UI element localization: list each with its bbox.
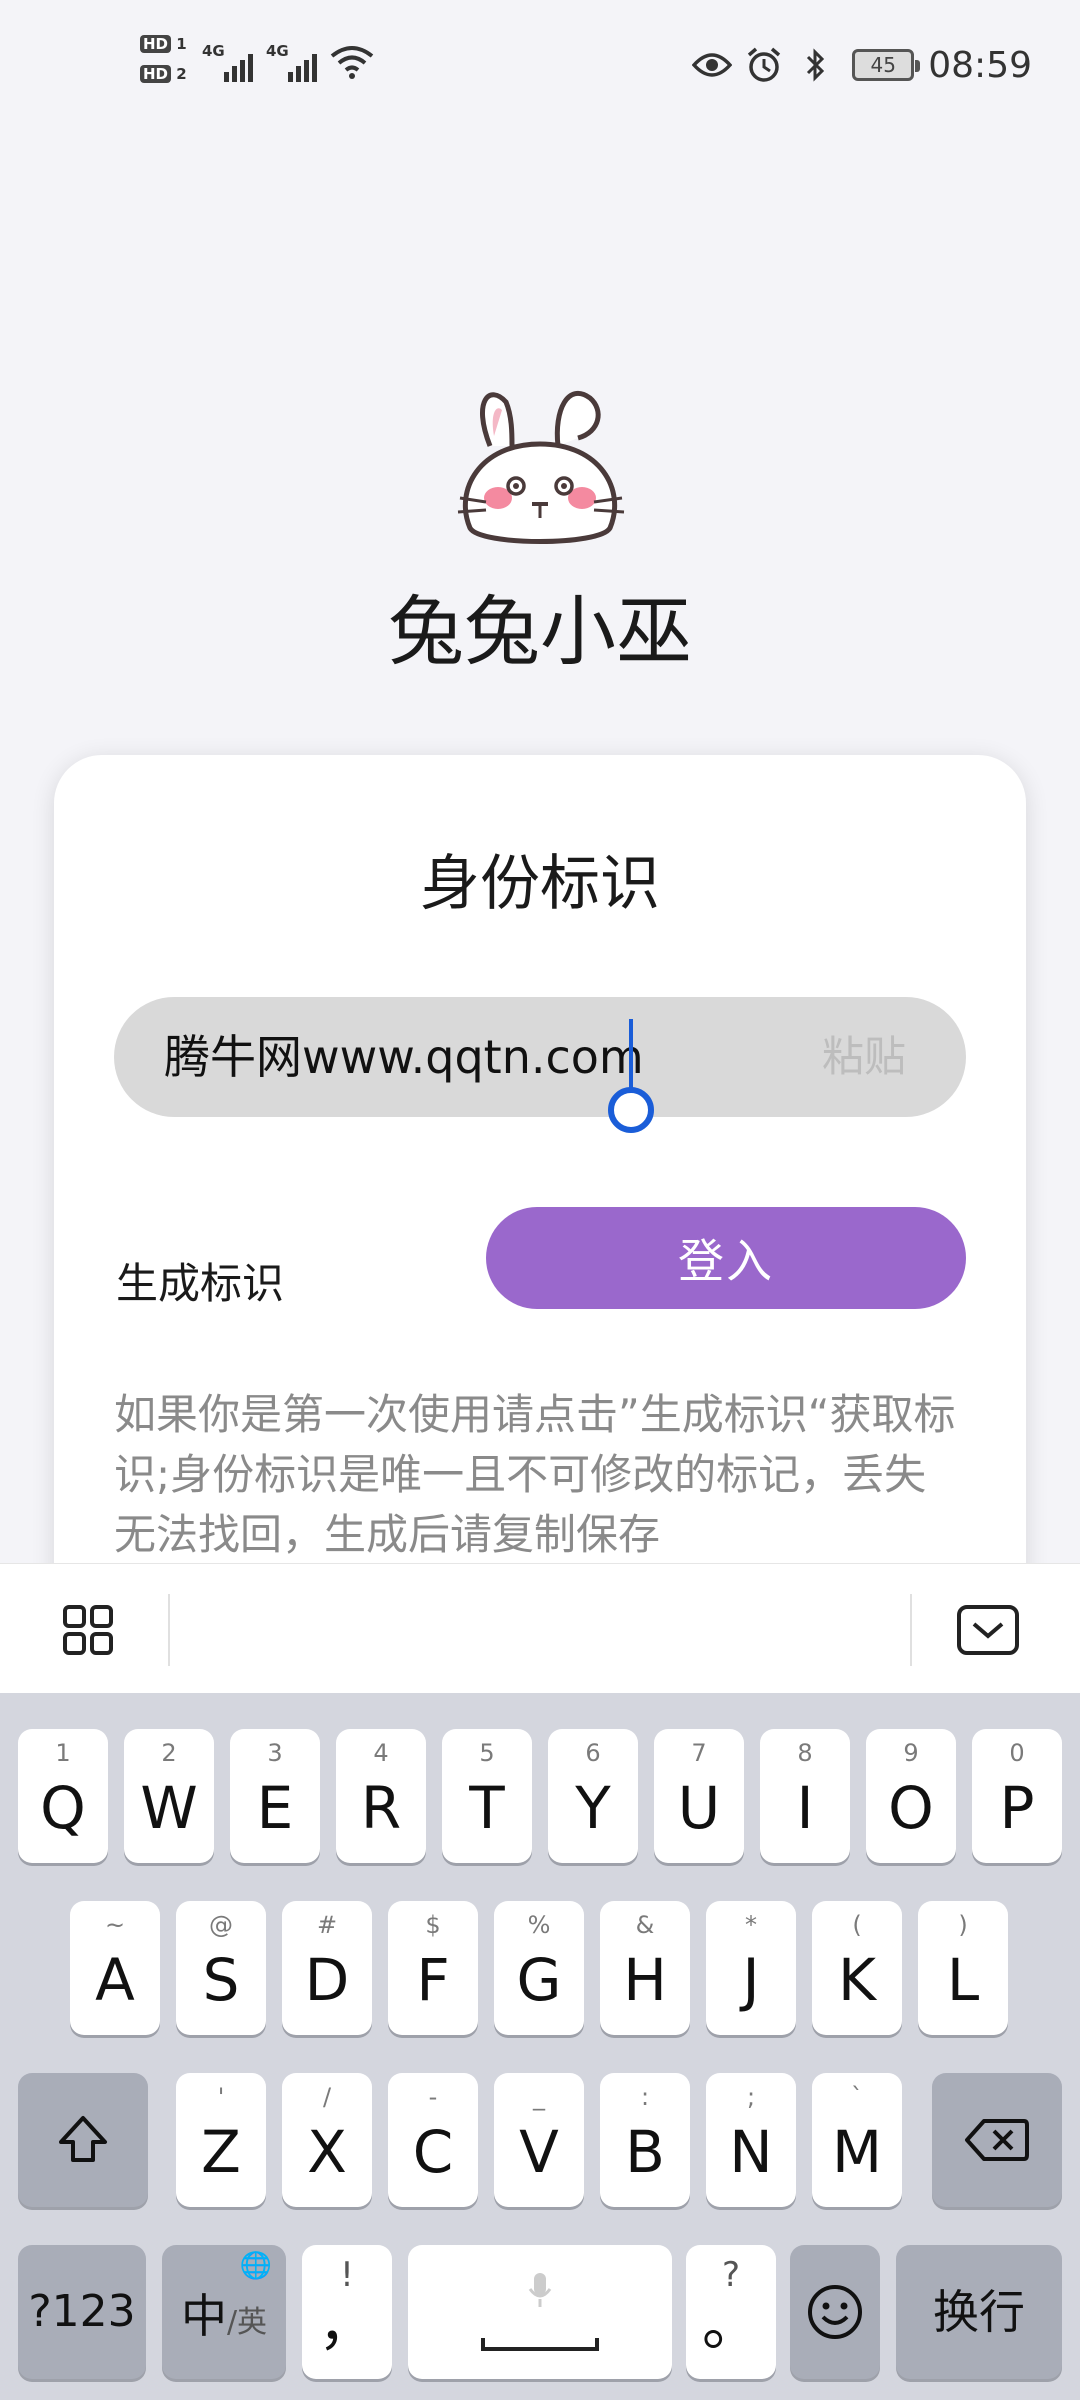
key-l[interactable]: ) L	[918, 1901, 1008, 2035]
space-key[interactable]	[408, 2245, 672, 2379]
signal2-icon: 4G	[266, 42, 326, 82]
key-z[interactable]: ' Z	[176, 2073, 266, 2207]
key-w[interactable]: 2W	[124, 1729, 214, 1863]
toolbar-divider	[168, 1594, 170, 1666]
emoji-key[interactable]	[790, 2245, 880, 2379]
sim2-badge: HD 2	[140, 64, 196, 84]
globe-icon: 🌐	[239, 2251, 272, 2281]
status-clock: 08:59	[928, 44, 1032, 86]
soft-keyboard: 1Q 2W 3E 4R 5T 6Y 7U 8I 9O 0P ~ A @ S # D $…	[0, 1693, 1080, 2400]
key-q[interactable]: 1Q	[18, 1729, 108, 1863]
keyboard-toolbar	[0, 1563, 1080, 1693]
microphone-icon	[528, 2273, 552, 2307]
enter-key[interactable]: 换行	[896, 2245, 1062, 2379]
identity-card: 身份标识 腾牛网www.qqtn.com 粘贴 生成标识 登入 如果你是第一次使…	[54, 755, 1026, 1655]
battery-icon: 45	[852, 49, 921, 81]
identity-input[interactable]: 腾牛网www.qqtn.com 粘贴	[114, 997, 966, 1117]
key-e[interactable]: 3E	[230, 1729, 320, 1863]
key-c[interactable]: -C	[388, 2073, 478, 2207]
symbols-key[interactable]: ?123	[18, 2245, 146, 2379]
shift-arrow-icon	[59, 2116, 107, 2162]
sim-indicators: HD 1 HD 2	[140, 34, 196, 94]
key-s[interactable]: @ S	[176, 1901, 266, 2035]
backspace-icon	[965, 2119, 1029, 2161]
shift-key[interactable]	[18, 2073, 148, 2207]
space-bar-icon	[481, 2338, 599, 2351]
bluetooth-icon	[794, 43, 838, 87]
key-f[interactable]: $ F	[388, 1901, 478, 2035]
language-switch-key[interactable]: 🌐 中/英	[162, 2245, 286, 2379]
identity-input-value: 腾牛网www.qqtn.com	[164, 1030, 644, 1084]
login-button[interactable]: 登入	[486, 1207, 966, 1309]
key-a[interactable]: ~ A	[70, 1901, 160, 2035]
key-d[interactable]: # D	[282, 1901, 372, 2035]
key-g[interactable]: % G	[494, 1901, 584, 2035]
key-r[interactable]: 4R	[336, 1729, 426, 1863]
alarm-icon	[742, 43, 786, 87]
key-h[interactable]: & H	[600, 1901, 690, 2035]
comma-key[interactable]: !，	[302, 2245, 392, 2379]
status-right-group: 45 08:59	[682, 40, 1032, 90]
card-title: 身份标识	[420, 849, 660, 919]
key-y[interactable]: 6Y	[548, 1729, 638, 1863]
key-p[interactable]: 0P	[972, 1729, 1062, 1863]
key-o[interactable]: 9O	[866, 1729, 956, 1863]
key-b[interactable]: :B	[600, 2073, 690, 2207]
period-key[interactable]: ?。	[686, 2245, 776, 2379]
emoji-icon	[808, 2285, 862, 2339]
key-m[interactable]: ` M	[812, 2073, 902, 2207]
hint-text: 如果你是第一次使用请点击”生成标识“获取标识;身份标识是唯一且不可修改的标记，丢…	[114, 1390, 956, 1559]
status-bar: HD 1 HD 2 4G 4G 45 08:59	[0, 0, 1080, 130]
key-i[interactable]: 8I	[760, 1729, 850, 1863]
signal1-icon: 4G	[202, 42, 262, 82]
key-k[interactable]: (K	[812, 1901, 902, 2035]
key-t[interactable]: 5T	[442, 1729, 532, 1863]
key-j[interactable]: * J	[706, 1901, 796, 2035]
key-x[interactable]: / X	[282, 2073, 372, 2207]
paste-button[interactable]: 粘贴	[822, 997, 906, 1117]
toolbar-divider	[910, 1594, 912, 1666]
backspace-key[interactable]	[932, 2073, 1062, 2207]
bunny-logo	[457, 390, 625, 544]
caret-handle[interactable]	[608, 1087, 654, 1133]
key-v[interactable]: _ V	[494, 2073, 584, 2207]
wifi-icon	[330, 46, 374, 79]
apps-grid-icon[interactable]	[62, 1604, 114, 1656]
key-u[interactable]: 7U	[654, 1729, 744, 1863]
hide-keyboard-icon[interactable]	[956, 1604, 1020, 1656]
key-n[interactable]: ; N	[706, 2073, 796, 2207]
app-title: 兔兔小巫	[388, 587, 692, 676]
sim1-badge: HD 1	[140, 34, 196, 54]
generate-id-button[interactable]: 生成标识	[116, 1250, 284, 1311]
eye-icon	[690, 43, 734, 87]
